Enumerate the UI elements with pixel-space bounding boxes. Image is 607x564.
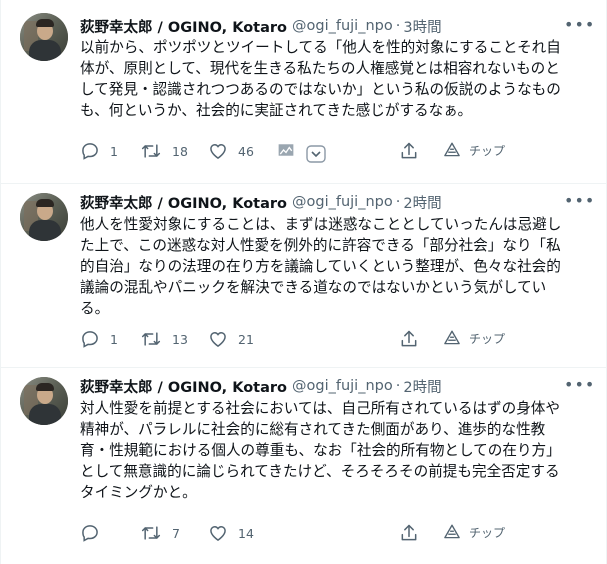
like-button[interactable]: 14 [208, 523, 254, 543]
share-button[interactable] [399, 329, 419, 349]
heart-icon [210, 525, 226, 541]
heart-icon [210, 331, 226, 347]
like-count: 46 [238, 143, 254, 159]
retweet-count: 13 [172, 331, 188, 347]
reply-icon [82, 525, 98, 542]
share-icon [401, 142, 417, 159]
more-horizontal-icon[interactable]: ••• [564, 193, 594, 210]
share-icon [401, 524, 417, 541]
tip-label: チップ [469, 525, 506, 540]
timestamp[interactable]: 2時間 [403, 192, 441, 213]
analytics-button[interactable] [276, 141, 296, 159]
retweet-button[interactable]: 18 [140, 141, 188, 161]
tip-button[interactable]: チップ [443, 329, 505, 347]
author-name[interactable]: 荻野幸太郎 / OGINO, Kotaro [80, 376, 287, 397]
like-count: 14 [238, 525, 254, 541]
author-name[interactable]: 荻野幸太郎 / OGINO, Kotaro [80, 192, 287, 213]
like-button[interactable]: 21 [208, 329, 254, 349]
more-horizontal-icon[interactable]: ••• [564, 17, 594, 34]
timestamp[interactable]: 2時間 [403, 376, 441, 397]
tweet-text: 以前から、ポツポツとツイートしてる「他人を性的対象にすることそれ自 体が、原則と… [80, 39, 561, 119]
tip-button[interactable]: チップ [443, 523, 505, 541]
separator-dot: · [395, 18, 401, 34]
reply-count: 1 [110, 143, 118, 159]
reply-button[interactable]: 1 [80, 329, 118, 349]
heart-icon [210, 143, 226, 159]
more-horizontal-icon[interactable]: ••• [564, 377, 594, 394]
avatar[interactable] [20, 193, 68, 241]
tweet[interactable]: 荻野幸太郎 / OGINO, Kotaro @ogi_fuji_npo · 2時… [1, 368, 606, 564]
tip-button[interactable]: チップ [443, 141, 505, 159]
tweet-header: 荻野幸太郎 / OGINO, Kotaro @ogi_fuji_npo · 2時… [80, 376, 442, 396]
avatar[interactable] [20, 377, 68, 425]
author-handle[interactable]: @ogi_fuji_npo [292, 194, 393, 210]
tip-label: チップ [469, 331, 506, 346]
retweet-count: 18 [172, 143, 188, 159]
analytics-icon [278, 144, 294, 156]
separator-dot: · [395, 194, 401, 210]
tip-label: チップ [469, 143, 506, 158]
tip-icon [444, 142, 460, 157]
retweet-icon [141, 144, 161, 158]
tweet-actions: 1 18 46 チップ [80, 141, 520, 163]
reply-button[interactable]: 1 [80, 141, 118, 161]
tweet-text: 他人を性愛対象にすることは、まずは迷惑なこととしていったんは忌避し た上で、この… [80, 216, 562, 317]
retweet-button[interactable]: 13 [140, 329, 188, 349]
tweet-header: 荻野幸太郎 / OGINO, Kotaro @ogi_fuji_npo · 2時… [80, 192, 442, 212]
reply-count: 1 [110, 331, 118, 347]
avatar[interactable] [20, 13, 68, 61]
tweet-actions: 7 14 チップ [80, 523, 520, 545]
share-button[interactable] [399, 141, 419, 161]
reply-icon [82, 331, 98, 348]
tip-icon [444, 330, 460, 345]
share-button[interactable] [399, 523, 419, 543]
share-icon [401, 330, 417, 347]
tip-icon [444, 524, 460, 539]
retweet-button[interactable]: 7 [140, 523, 180, 543]
retweet-icon [141, 526, 161, 540]
chevron-down-icon [306, 145, 326, 163]
tweet[interactable]: 荻野幸太郎 / OGINO, Kotaro @ogi_fuji_npo · 3時… [1, 0, 606, 184]
like-count: 21 [238, 331, 254, 347]
reply-button[interactable] [80, 523, 110, 543]
timeline: 荻野幸太郎 / OGINO, Kotaro @ogi_fuji_npo · 3時… [0, 0, 607, 564]
tweet-header: 荻野幸太郎 / OGINO, Kotaro @ogi_fuji_npo · 3時… [80, 16, 442, 36]
author-handle[interactable]: @ogi_fuji_npo [292, 378, 393, 394]
tweet-text: 対人性愛を前提とする社会においては、自己所有されているはずの身体や 精神が、パラ… [80, 400, 561, 501]
retweet-icon [141, 332, 161, 346]
separator-dot: · [395, 378, 401, 394]
like-button[interactable]: 46 [208, 141, 254, 161]
author-handle[interactable]: @ogi_fuji_npo [292, 18, 393, 34]
reply-icon [82, 143, 98, 160]
tweet[interactable]: 荻野幸太郎 / OGINO, Kotaro @ogi_fuji_npo · 2時… [1, 184, 606, 368]
retweet-count: 7 [172, 525, 180, 541]
tweet-actions: 1 13 21 チップ [80, 329, 520, 351]
author-name[interactable]: 荻野幸太郎 / OGINO, Kotaro [80, 16, 287, 37]
dropdown-button[interactable] [306, 145, 326, 163]
timestamp[interactable]: 3時間 [403, 16, 441, 37]
